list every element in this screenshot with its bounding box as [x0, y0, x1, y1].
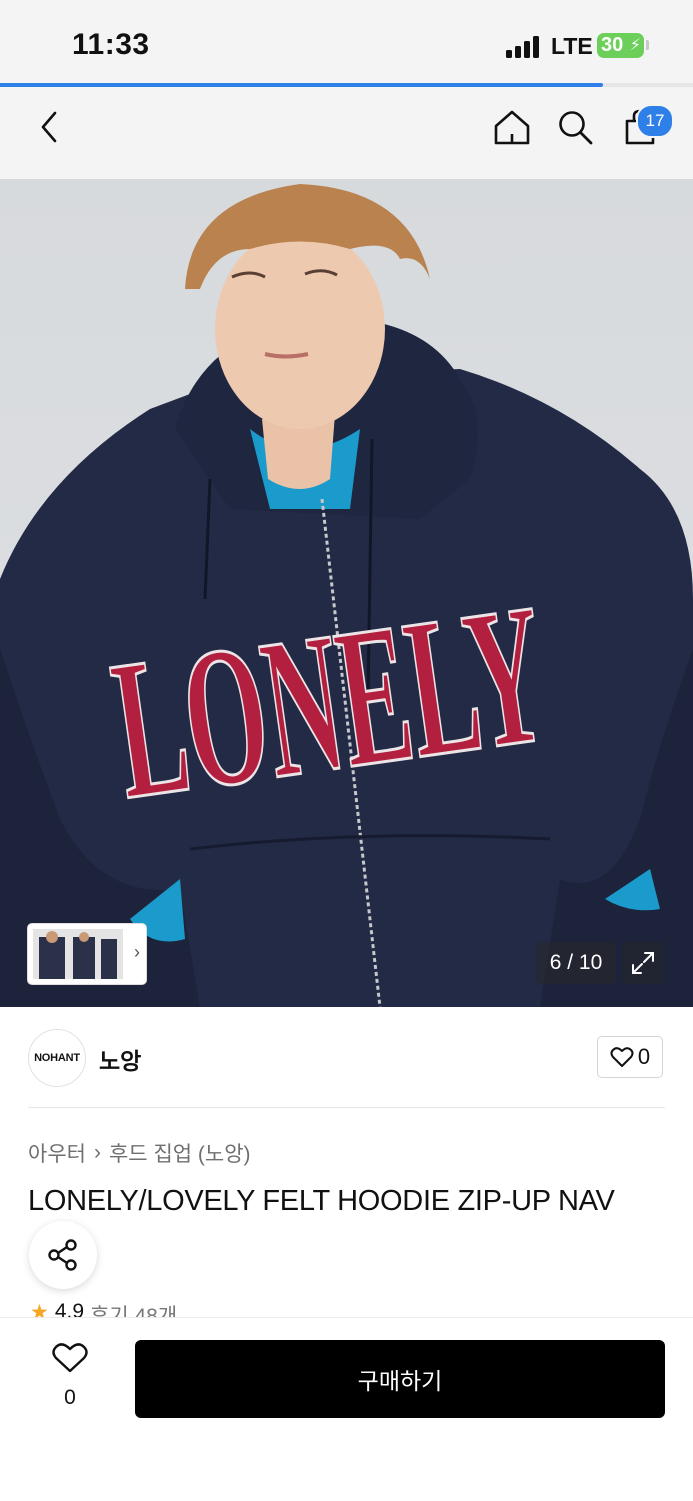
status-bar: 11:33 LTE 30 ⚡ [0, 0, 693, 84]
chevron-right-icon: › [93, 1141, 101, 1164]
top-nav-bar [0, 87, 693, 179]
chevron-right-icon: › [134, 942, 140, 962]
home-icon [494, 110, 530, 145]
heart-icon [52, 1343, 88, 1373]
network-label: LTE [551, 33, 593, 59]
battery-icon: 30 ⚡ [597, 33, 644, 58]
status-time: 11:33 [72, 28, 150, 61]
breadcrumb: 아우터 › 후드 집업 (노앙) [28, 1138, 251, 1168]
back-icon [41, 111, 57, 143]
back-button[interactable] [26, 103, 74, 151]
fullscreen-button[interactable] [622, 942, 664, 984]
product-rating[interactable]: ★ 4.9 후기 48개 [30, 1300, 177, 1318]
breadcrumb-subcategory[interactable]: 후드 집업 (노앙) [109, 1138, 251, 1168]
thumbnail-strip-button[interactable]: › [28, 924, 146, 984]
signal-icon [506, 36, 542, 58]
thumbnail-preview [33, 929, 123, 979]
battery-level: 30 [601, 34, 624, 56]
breadcrumb-category[interactable]: 아우터 [28, 1138, 86, 1168]
expand-icon [632, 952, 654, 974]
share-button[interactable] [29, 1221, 97, 1289]
cart-count-badge: 17 [636, 104, 674, 138]
home-button[interactable] [488, 103, 536, 151]
buy-button[interactable]: 구매하기 [135, 1340, 665, 1418]
wishlist-count: 0 [64, 1386, 76, 1409]
divider [28, 1107, 665, 1108]
image-counter: 6 / 10 [536, 942, 616, 984]
product-image-gallery[interactable]: LONELY [0, 179, 693, 1007]
wishlist-button[interactable]: 0 [46, 1342, 94, 1412]
product-title: LONELY/LOVELY FELT HOODIE ZIP-UP NAV [28, 1185, 615, 1217]
search-icon [559, 111, 593, 145]
heart-icon [610, 1047, 634, 1067]
rating-value: 4.9 [54, 1300, 85, 1318]
brand-logo[interactable]: NOHANT [28, 1029, 86, 1087]
share-icon [48, 1239, 77, 1271]
brand-like-count: 0 [637, 1044, 651, 1069]
review-count: 후기 48개 [90, 1305, 178, 1318]
brand-like-button[interactable]: 0 [597, 1036, 663, 1078]
brand-name[interactable]: 노앙 [99, 1042, 141, 1076]
charging-bolt-icon: ⚡ [629, 37, 641, 54]
star-icon: ★ [30, 1301, 49, 1318]
search-button[interactable] [551, 103, 599, 151]
product-photo: LONELY [0, 184, 693, 1007]
battery-cap [646, 40, 649, 50]
